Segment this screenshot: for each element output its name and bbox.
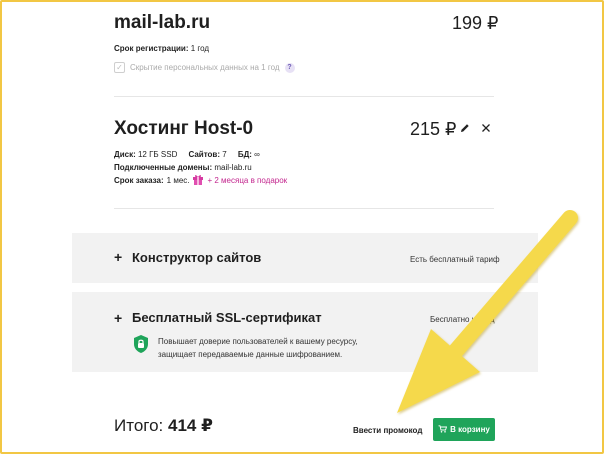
sites-label: Сайтов: (188, 150, 220, 159)
db-value: ∞ (254, 150, 260, 159)
reg-term-label: Срок регистрации: (114, 44, 189, 53)
privacy-label: Скрытие персональных данных на 1 год (130, 63, 280, 72)
domain-price: 199 ₽ (452, 13, 499, 33)
hosting-title: Хостинг Host-0 (114, 118, 254, 139)
total: Итого: 414 ₽ (114, 416, 213, 436)
term-value: 1 мес. (166, 176, 190, 185)
ssl-description: Повышает доверие пользователей к вашему … (158, 335, 358, 361)
domains-value: mail-lab.ru (214, 163, 252, 172)
ssl-desc-line2: защищает передаваемые данные шифрованием… (158, 350, 343, 359)
divider (114, 96, 494, 97)
hosting-term: Срок заказа: 1 мес. + 2 месяца в подарок (114, 173, 287, 188)
ssl-desc-line1: Повышает доверие пользователей к вашему … (158, 337, 358, 346)
domains-label: Подключенные домены: (114, 163, 213, 172)
edit-icon[interactable] (459, 121, 471, 139)
gift-icon (192, 173, 204, 188)
domain-name: mail-lab.ru (114, 12, 211, 33)
check-icon[interactable]: ✓ (114, 62, 125, 73)
domain-reg-term: Срок регистрации: 1 год (114, 42, 209, 55)
total-label: Итого: (114, 416, 164, 435)
bonus-months[interactable]: + 2 месяца в подарок (207, 174, 287, 187)
close-icon[interactable] (480, 121, 492, 139)
privacy-option[interactable]: ✓ Скрытие персональных данных на 1 год ? (114, 61, 295, 74)
plus-icon[interactable]: + (114, 310, 122, 326)
disk-value: 12 ГБ SSD (137, 150, 178, 159)
sites-value: 7 (222, 150, 227, 159)
total-value: 414 ₽ (168, 416, 213, 435)
divider (114, 208, 494, 209)
plus-icon[interactable]: + (114, 249, 122, 265)
disk-label: Диск: (114, 150, 136, 159)
reg-term-value: 1 год (190, 44, 210, 53)
constructor-title[interactable]: Конструктор сайтов (132, 250, 261, 265)
arrow-annotation (397, 210, 578, 413)
hosting-price: 215 ₽ (410, 119, 457, 139)
db-label: БД: (237, 150, 252, 159)
term-label: Срок заказа: (114, 176, 164, 185)
question-icon[interactable]: ? (284, 62, 295, 73)
lock-shield-icon (132, 334, 150, 359)
ssl-title[interactable]: Бесплатный SSL-сертификат (132, 310, 322, 325)
hosting-specs: Диск: 12 ГБ SSD Сайтов: 7 БД: ∞ (114, 148, 260, 161)
